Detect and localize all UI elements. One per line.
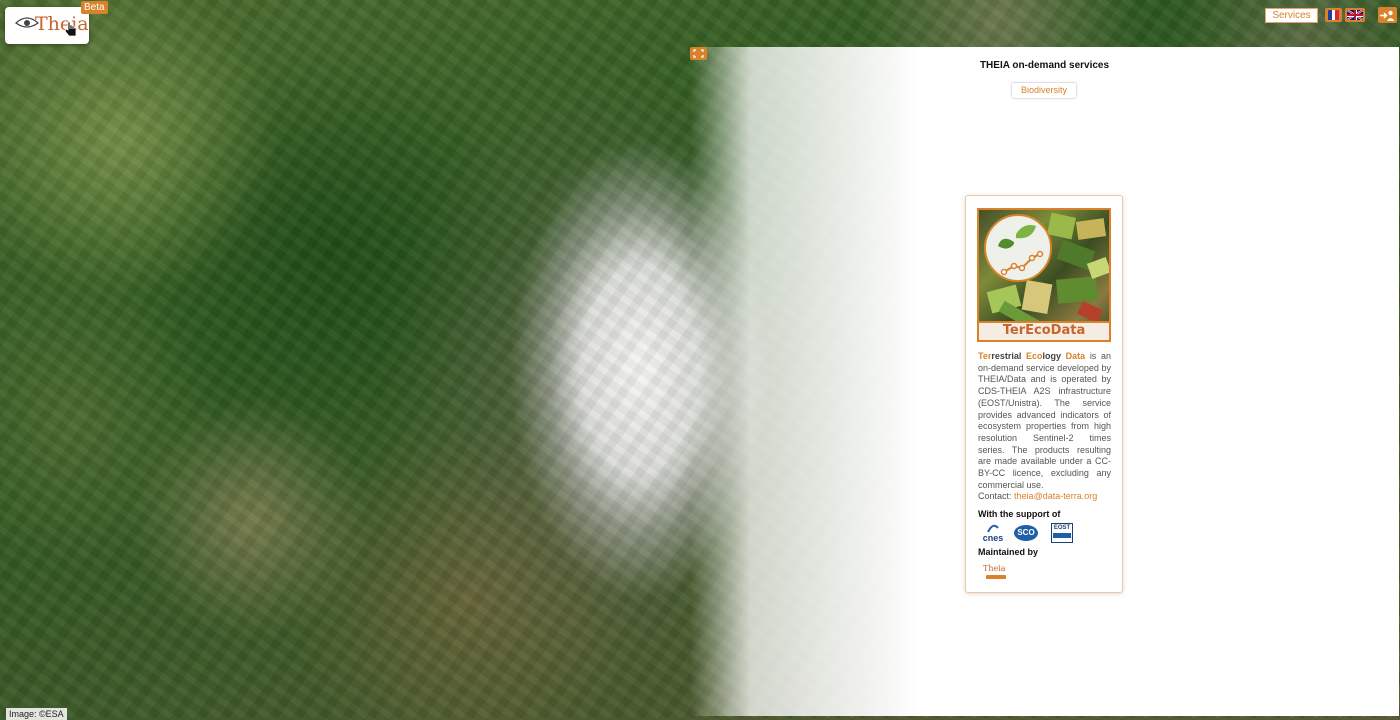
theia-small-logo-text: Theia — [983, 564, 1006, 573]
cnes-logo-text: cnes — [982, 533, 1004, 543]
service-description: Terrestrial Ecology Data is an on-demand… — [978, 351, 1111, 491]
eost-logo-text: EOST — [1053, 525, 1071, 531]
contact-label: Contact: — [978, 491, 1012, 501]
theia-logo[interactable]: Theia — [5, 7, 89, 44]
theia-small-bar — [986, 575, 1006, 579]
login-button[interactable] — [1378, 7, 1397, 23]
name-part-ter: Ter — [978, 351, 992, 361]
logo-text: Theia — [35, 13, 89, 35]
description-text: is an on-demand service developed by THE… — [978, 351, 1111, 490]
sco-logo[interactable]: SCO — [1013, 522, 1039, 544]
sco-logo-text: SCO — [1014, 525, 1038, 541]
beta-badge: Beta — [81, 1, 108, 14]
eost-logo-box: EOST — [1051, 523, 1073, 543]
contact-line: Contact: theia@data-terra.org — [978, 491, 1118, 501]
flag-uk-icon — [1347, 10, 1363, 20]
service-card-terecodata[interactable]: TerEcoData Terrestrial Ecology Data is a… — [965, 195, 1123, 593]
name-part-restrial: restrial — [991, 351, 1026, 361]
expand-icon — [693, 49, 704, 58]
name-part-eco: Eco — [1026, 351, 1043, 361]
name-part-logy: logy — [1042, 351, 1066, 361]
terecodata-image: TerEcoData — [977, 208, 1111, 342]
flag-fr-icon — [1328, 10, 1340, 20]
panel-title: THEIA on-demand services — [979, 60, 1110, 71]
tab-biodiversity[interactable]: Biodiversity — [1012, 83, 1076, 98]
services-button[interactable]: Services — [1265, 8, 1318, 23]
map-attribution: Image: ©ESA — [6, 708, 67, 720]
contact-email-link[interactable]: theia@data-terra.org — [1014, 491, 1097, 501]
leaf-graph-icon — [984, 214, 1052, 282]
theia-maintainer-logo[interactable]: Theia — [978, 564, 1006, 581]
expand-panel-button[interactable] — [690, 47, 707, 60]
language-en-button[interactable] — [1345, 8, 1365, 22]
support-heading: With the support of — [978, 509, 1061, 519]
hand-pointer-icon — [64, 21, 77, 40]
eost-logo[interactable]: EOST — [1050, 522, 1074, 544]
image-title: TerEcoData — [1002, 323, 1086, 338]
cnes-logo[interactable]: cnes — [979, 522, 1007, 544]
name-part-data: Data — [1065, 351, 1086, 361]
language-fr-button[interactable] — [1325, 8, 1342, 22]
login-icon — [1380, 10, 1395, 21]
maintained-heading: Maintained by — [978, 547, 1039, 557]
